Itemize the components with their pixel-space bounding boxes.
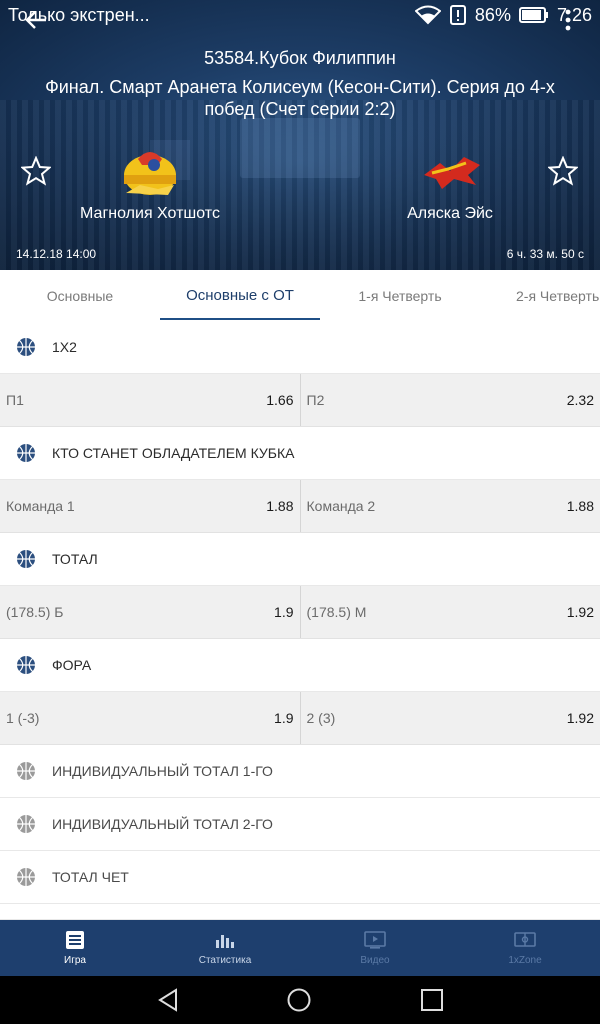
odds-row: Команда 1 1.88 Команда 2 1.88 [0,480,600,533]
odd-label: (178.5) Б [6,604,64,620]
market-title: 1X2 [52,339,77,355]
tab-main[interactable]: Основные [0,270,160,321]
sim-alert-icon [449,5,466,25]
odd-cell[interactable]: П1 1.66 [0,374,300,426]
zone-field-icon [514,932,536,947]
market-group-header[interactable]: ТОТАЛ [0,533,600,586]
basketball-icon [17,762,35,780]
odd-cell[interactable]: (178.5) М 1.92 [299,586,600,638]
odd-cell[interactable]: 2 (3) 1.92 [299,692,600,744]
event-countdown: 6 ч. 33 м. 50 с [506,247,584,261]
favorite-star-icon-team1[interactable] [21,156,51,186]
market-title: ИНДИВИДУАЛЬНЫЙ ТОТАЛ 2-ГО [52,816,273,832]
market-group-header[interactable]: КТО СТАНЕТ ОБЛАДАТЕЛЕМ КУБКА [0,427,600,480]
list-item [0,904,600,920]
odd-value: 1.88 [566,498,594,514]
odd-value: 1.9 [274,604,294,620]
status-bar: Только экстрен... 86% 7:26 [0,0,600,30]
bar-chart-icon [216,935,234,948]
basketball-icon [17,868,35,886]
system-recents-icon[interactable] [420,988,444,1012]
odd-label: Команда 1 [6,498,75,514]
battery-icon [518,7,548,23]
market-tabs: Основные Основные с ОТ 1-я Четверть 2-я … [0,270,600,322]
odd-value: 2.32 [566,392,594,408]
basketball-icon [17,550,35,568]
nav-statistics[interactable]: Статистика [150,920,300,976]
system-navigation-bar [0,976,600,1024]
odd-value: 1.66 [266,392,294,408]
market-title: ИНДИВИДУАЛЬНЫЙ ТОТАЛ 1-ГО [52,763,273,779]
nav-label: 1xZone [508,955,542,966]
nav-label: Статистика [198,955,252,966]
event-subtitle: Финал. Смарт Аранета Колисеум (Кесон-Сит… [45,77,555,119]
odds-row: 1 (-3) 1.9 2 (3) 1.92 [0,692,600,745]
event-date: 14.12.18 14:00 [16,247,97,261]
tab-quarter-2[interactable]: 2-я Четверть [480,270,600,321]
odd-label: 1 (-3) [6,710,40,726]
odd-value: 1.9 [274,710,294,726]
favorite-star-icon-team2[interactable] [548,156,578,186]
odds-row: П1 1.66 П2 2.32 [0,374,600,427]
nav-video[interactable]: Видео [300,920,450,976]
odd-cell[interactable]: (178.5) Б 1.9 [0,586,300,638]
arena-scoreboard [240,118,360,178]
bottom-navigation: Игра Статистика Видео 1xZone [0,920,600,976]
wifi-icon [414,5,441,25]
video-icon [364,931,386,949]
odd-label: Команда 2 [306,498,376,514]
event-header: Только экстрен... 86% 7:26 53584.Кубок Ф… [0,0,600,270]
market-group-header[interactable]: ФОРА [0,639,600,692]
system-home-icon[interactable] [287,988,311,1012]
team1-logo-icon [124,152,176,195]
nav-game[interactable]: Игра [0,920,150,976]
team2-logo-icon [424,157,480,189]
market-list: 1X2 П1 1.66 П2 2.32 КТО СТАНЕТ ОБЛАДАТЕЛЕМ… [0,321,600,920]
battery-percent: 86% [474,4,511,25]
odds-row: (178.5) Б 1.9 (178.5) М 1.92 [0,586,600,639]
market-title: КТО СТАНЕТ ОБЛАДАТЕЛЕМ КУБКА [52,445,295,461]
active-tab-indicator [160,318,320,320]
more-vert-icon[interactable] [556,6,580,34]
odd-value: 1.92 [566,710,594,726]
team2-name: Аляска Эйс [407,205,493,222]
nav-label: Игра [64,955,86,966]
odd-cell[interactable]: Команда 1 1.88 [0,480,300,532]
market-group-header[interactable]: ИНДИВИДУАЛЬНЫЙ ТОТАЛ 1-ГО [0,745,600,798]
back-arrow-icon[interactable] [22,6,50,34]
odd-value: 1.92 [566,604,594,620]
odd-label: 2 (3) [306,710,336,726]
market-title: ТОТАЛ [52,551,98,567]
market-group-header[interactable]: 1X2 [0,321,600,374]
nav-1xzone[interactable]: 1xZone [450,920,600,976]
market-group-header[interactable]: ИНДИВИДУАЛЬНЫЙ ТОТАЛ 2-ГО [0,798,600,851]
nav-label: Видео [360,955,390,966]
team1-name: Магнолия Хотшотс [80,205,220,222]
odd-label: П1 [6,392,24,408]
tab-quarter-1[interactable]: 1-я Четверть [320,270,480,321]
market-title: ТОТАЛ ЧЕТ [52,869,129,885]
odd-cell[interactable]: П2 2.32 [299,374,600,426]
basketball-icon [17,656,35,674]
tab-main-with-ot[interactable]: Основные с ОТ [160,270,320,321]
basketball-icon [17,338,35,356]
odd-label: (178.5) М [306,604,367,620]
system-back-icon[interactable] [156,988,180,1012]
game-list-icon [66,931,84,949]
market-group-header[interactable]: ТОТАЛ ЧЕТ [0,851,600,904]
event-title: 53584.Кубок Филиппин [204,48,396,68]
odd-value: 1.88 [266,498,294,514]
odd-cell[interactable]: 1 (-3) 1.9 [0,692,300,744]
basketball-icon [17,815,35,833]
market-title: ФОРА [52,657,92,673]
basketball-icon [17,444,35,462]
status-notification: Только экстрен... [8,4,150,25]
odd-label: П2 [306,392,325,408]
odd-cell[interactable]: Команда 2 1.88 [299,480,600,532]
